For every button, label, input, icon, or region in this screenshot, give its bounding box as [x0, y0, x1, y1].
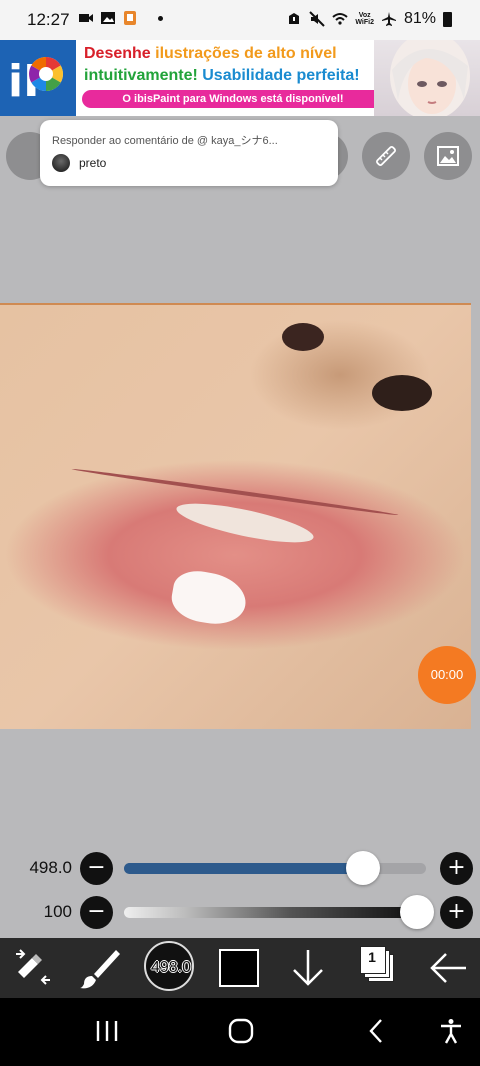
battery-percent: 81%	[403, 10, 436, 27]
canvas-detail-teeth	[173, 495, 317, 551]
accessibility-icon[interactable]	[438, 1018, 464, 1044]
opacity-track-fill	[124, 907, 426, 918]
reply-comment-card[interactable]: Responder ao comentário de @ kaya_シナ6...…	[40, 120, 338, 186]
move-down-button[interactable]	[288, 946, 334, 990]
image-icon	[101, 12, 115, 24]
color-swatch[interactable]	[219, 949, 259, 987]
status-icons-right: Voz WiFi2 81%	[286, 10, 452, 28]
status-icons-left	[78, 10, 163, 26]
back-nav-icon[interactable]	[364, 1018, 390, 1044]
tool-switch-icon	[16, 949, 50, 985]
color-wheel-icon	[29, 57, 63, 91]
notification-dot-icon	[158, 15, 163, 21]
brush-size-label: 498.0	[150, 959, 192, 976]
size-track-fill	[124, 863, 372, 874]
opacity-thumb[interactable]	[400, 895, 434, 929]
wifi-icon	[332, 13, 349, 25]
ruler-icon	[376, 146, 396, 166]
status-time: 12:27	[27, 10, 70, 29]
alarm-icon	[289, 13, 300, 24]
image-icon	[437, 146, 459, 166]
ad-headline-1a: Desenhe	[84, 45, 156, 62]
size-thumb[interactable]	[345, 851, 380, 885]
ibispaint-app: Responder ao comentário de @ kaya_シナ6...…	[0, 116, 480, 938]
ad-headline-1b: ilustrações de alto nível	[155, 45, 337, 62]
opacity-track[interactable]	[124, 907, 426, 918]
canvas-detail-nostril	[282, 323, 324, 351]
layer-count: 1	[368, 949, 376, 965]
size-plus-button[interactable]: +	[440, 852, 473, 885]
ibispaint-logo: iP	[0, 40, 76, 116]
canvas-detail-nostril	[372, 375, 432, 411]
mute-icon	[309, 11, 326, 27]
opacity-plus-button[interactable]: +	[440, 896, 473, 929]
ruler-button[interactable]	[362, 132, 410, 180]
layers-button[interactable]: 1	[360, 946, 394, 982]
arrow-left-icon	[430, 953, 466, 983]
reply-text: preto	[79, 156, 107, 170]
ad-headline-2b: Usabilidade perfeita!	[202, 67, 360, 84]
brush-tool-button[interactable]	[78, 946, 124, 990]
opacity-value: 100	[43, 902, 72, 921]
arrow-down-icon	[293, 950, 323, 986]
ad-headline-2a: intuitivamente!	[84, 67, 203, 84]
network-label: Voz WiFi2	[355, 12, 374, 26]
app-icon	[124, 11, 136, 25]
size-track[interactable]	[124, 863, 426, 874]
airplane-icon	[381, 12, 396, 26]
opacity-slider: 100 − +	[0, 894, 480, 930]
status-bar: 12:27 Voz WiFi2 81%	[0, 0, 480, 40]
brush-icon	[80, 950, 120, 989]
home-icon[interactable]	[228, 1018, 254, 1044]
ad-character-illustration	[374, 40, 480, 116]
brush-size-slider: 498.0 − +	[0, 850, 480, 886]
ad-headline-2: intuitivamente! Usabilidade perfeita!	[84, 67, 360, 85]
ad-pill: O ibisPaint para Windows está disponível…	[82, 90, 384, 108]
top-toolbar: Responder ao comentário de @ kaya_シナ6...…	[0, 120, 480, 192]
image-button[interactable]	[424, 132, 472, 180]
reply-title: Responder ao comentário de @ kaya_シナ6...	[52, 135, 278, 147]
bottom-toolbar: 498.0 1	[0, 938, 480, 998]
ad-banner[interactable]: iP Desenhe ilustrações de alto nível int…	[0, 40, 480, 116]
tool-switch-button[interactable]	[12, 946, 58, 990]
canvas-detail-highlight	[168, 566, 250, 630]
size-minus-button[interactable]: −	[80, 852, 113, 885]
battery-icon	[443, 11, 452, 27]
drawing-canvas[interactable]	[0, 303, 471, 729]
brush-size-indicator[interactable]: 498.0	[144, 941, 194, 991]
character-illustration-icon	[390, 40, 470, 116]
recents-icon[interactable]	[94, 1018, 120, 1044]
avatar	[52, 154, 70, 172]
brush-size-value: 498.0	[29, 858, 72, 877]
opacity-minus-button[interactable]: −	[80, 896, 113, 929]
video-icon	[79, 14, 93, 22]
ad-headline-1: Desenhe ilustrações de alto nível	[84, 45, 337, 63]
back-button[interactable]	[426, 946, 472, 990]
android-nav-bar	[0, 998, 480, 1066]
timer-badge[interactable]: 00:00	[418, 646, 476, 704]
